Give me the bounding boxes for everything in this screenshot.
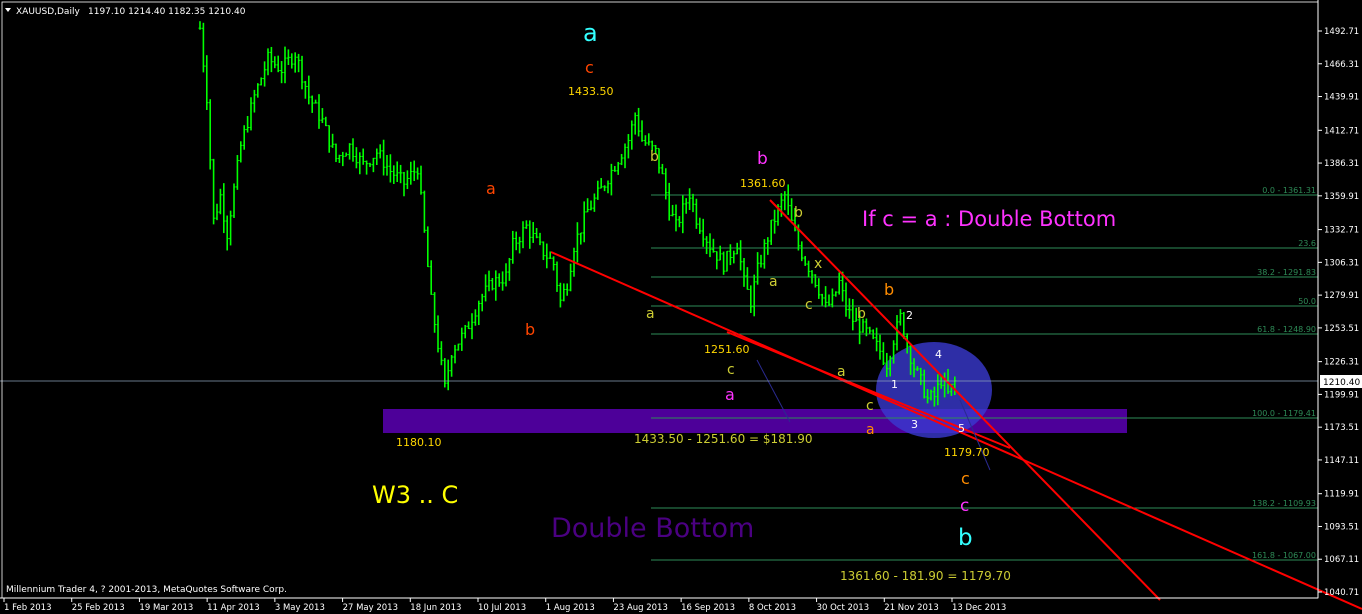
calc-target: 1361.60 - 181.90 = 1179.70 — [840, 569, 1011, 583]
date-tick-label: 10 Jul 2013 — [478, 603, 526, 613]
date-tick-label: 21 Nov 2013 — [884, 603, 938, 613]
date-tick-label: 16 Sep 2013 — [681, 603, 735, 613]
date-tick-label: 27 May 2013 — [343, 603, 398, 613]
fibo-label: 100.0 - 1179.41 — [1252, 409, 1316, 418]
wave-4: 4 — [935, 348, 942, 361]
wave-b-cyan: b — [958, 525, 973, 551]
price-tick-label: 1386.31 — [1324, 159, 1359, 169]
current-price-label: 1210.40 — [1323, 378, 1360, 388]
price-tick-label: 1199.91 — [1324, 390, 1359, 400]
price-tick-label: 1253.51 — [1324, 324, 1359, 334]
date-tick-label: 23 Aug 2013 — [613, 603, 667, 613]
price-tick-label: 1279.91 — [1324, 291, 1359, 301]
header: XAUUSD,Daily 1197.10 1214.40 1182.35 121… — [5, 7, 246, 17]
wave-b-olive-1: b — [650, 149, 659, 165]
price-tick-label: 1067.11 — [1324, 555, 1359, 565]
price-tick-label: 1093.51 — [1324, 522, 1359, 532]
wave-a-olive-1: a — [646, 306, 655, 322]
date-tick-label: 25 Feb 2013 — [72, 603, 125, 613]
wave-1: 1 — [891, 378, 898, 391]
label-1179-70: 1179.70 — [944, 446, 990, 459]
fibo-label: 61.8 - 1248.90 — [1257, 325, 1316, 334]
if-double-bottom-text: If c = a : Double Bottom — [862, 207, 1116, 231]
calc-range: 1433.50 - 1251.60 = $181.90 — [634, 432, 813, 446]
price-tick-label: 1492.71 — [1324, 27, 1359, 37]
date-tick-label: 1 Aug 2013 — [546, 603, 595, 613]
wave-a-olive-2: a — [769, 274, 778, 290]
price-tick-label: 1439.91 — [1324, 93, 1359, 103]
price-tick-label: 1226.31 — [1324, 358, 1359, 368]
symbol-label: XAUUSD,Daily — [16, 7, 80, 17]
wave-a-cyan: a — [583, 19, 598, 47]
date-tick-label: 3 May 2013 — [275, 603, 325, 613]
price-tick-label: 1359.91 — [1324, 192, 1359, 202]
date-tick-label: 30 Oct 2013 — [817, 603, 870, 613]
wave-5: 5 — [958, 422, 965, 435]
date-tick-label: 1 Feb 2013 — [4, 603, 52, 613]
wave-b-olive-3: b — [857, 306, 866, 322]
price-tick-label: 1173.51 — [1324, 423, 1359, 433]
wave-2: 2 — [906, 309, 913, 322]
wave-c-orange-bottom: c — [961, 469, 970, 488]
price-chart: 0.0 - 1361.31 23.6 38.2 - 1291.83 50.0 61.8 … — [0, 0, 1362, 614]
double-bottom-title: Double Bottom — [551, 513, 754, 544]
wave-c-magenta: c — [960, 496, 969, 516]
wave-a-magenta: a — [725, 385, 735, 404]
wave-b-orange: b — [525, 320, 535, 339]
price-tick-label: 1119.91 — [1324, 490, 1359, 500]
fibo-label: 0.0 - 1361.31 — [1262, 186, 1316, 195]
double-bottom-zone — [383, 409, 1127, 433]
fibo-label: 38.2 - 1291.83 — [1257, 268, 1316, 277]
price-tick-label: 1412.71 — [1324, 126, 1359, 136]
price-tick-label: 1147.11 — [1324, 456, 1359, 466]
wave-a-orange-3: a — [866, 422, 875, 438]
label-1361-60: 1361.60 — [740, 177, 786, 190]
date-tick-label: 19 Mar 2013 — [139, 603, 193, 613]
fibo-label: 23.6 — [1298, 239, 1316, 248]
wave-a-orange: a — [486, 179, 496, 198]
label-1180-10: 1180.10 — [396, 436, 442, 449]
price-tick-label: 1040.71 — [1324, 588, 1359, 598]
wave-b-magenta: b — [757, 149, 768, 169]
wave-c-orange-top: c — [585, 58, 594, 77]
label-1433-50: 1433.50 — [568, 85, 614, 98]
ohlc-label: 1197.10 1214.40 1182.35 1210.40 — [88, 7, 246, 17]
copyright: Millennium Trader 4, ? 2001-2013, MetaQu… — [6, 585, 287, 595]
price-tick-label: 1332.71 — [1324, 226, 1359, 236]
price-tick-label: 1466.31 — [1324, 60, 1359, 70]
wave-3: 3 — [911, 418, 918, 431]
date-tick-label: 11 Apr 2013 — [207, 603, 260, 613]
date-tick-label: 13 Dec 2013 — [952, 603, 1006, 613]
wave-x-olive: x — [814, 256, 822, 272]
date-tick-label: 8 Oct 2013 — [749, 603, 796, 613]
date-tick-label: 18 Jun 2013 — [410, 603, 461, 613]
w3-c-text: W3 .. C — [372, 481, 458, 509]
wave-c-olive-2: c — [727, 362, 735, 378]
wave-b-olive-2: b — [794, 205, 803, 221]
wave-c-olive-1: c — [805, 297, 813, 313]
wave-c-olive-3: c — [866, 398, 874, 414]
price-tick-label: 1306.31 — [1324, 258, 1359, 268]
wave-a-olive-3: a — [837, 364, 846, 380]
wave-b-orange-2: b — [884, 280, 894, 299]
fibo-label: 161.8 - 1067.00 — [1252, 551, 1316, 560]
label-1251-60: 1251.60 — [704, 343, 750, 356]
fibo-label: 50.0 — [1298, 297, 1316, 306]
fibo-label: 138.2 - 1109.93 — [1252, 499, 1316, 508]
